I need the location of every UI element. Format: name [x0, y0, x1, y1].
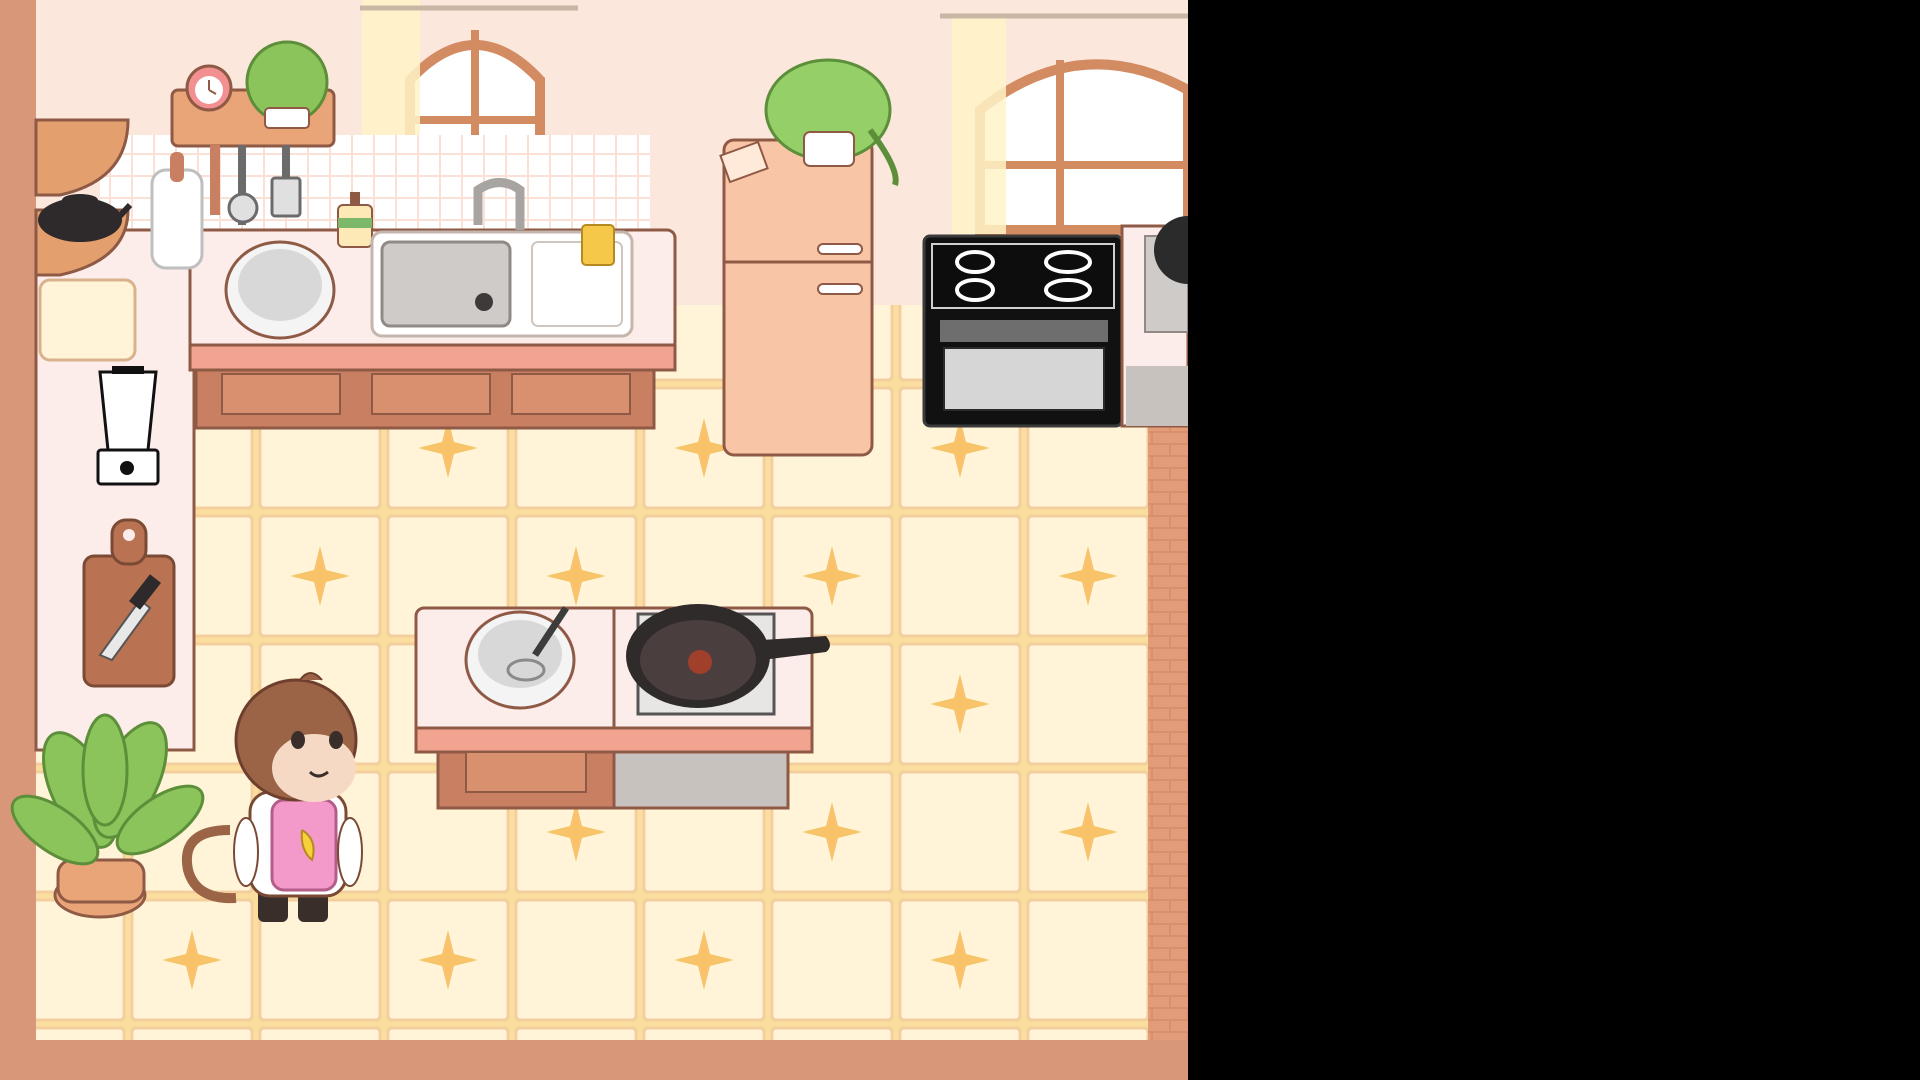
- letterbox-area: [1188, 0, 1920, 1080]
- spatula-icon: [270, 176, 302, 218]
- mixing-bowl-icon: [224, 240, 336, 340]
- alarm-clock-icon: [185, 64, 233, 112]
- oven: [922, 234, 1124, 428]
- kitchen-canvas: [0, 0, 1188, 1080]
- ladle-icon: [227, 192, 259, 224]
- counter-right: [1120, 216, 1188, 428]
- blender-icon: [96, 366, 160, 486]
- fridge: [719, 138, 874, 457]
- sponge-icon: [581, 224, 615, 266]
- brick-wall: [1148, 420, 1188, 1040]
- game-scene: [0, 0, 1188, 1080]
- bread-board: [38, 278, 137, 362]
